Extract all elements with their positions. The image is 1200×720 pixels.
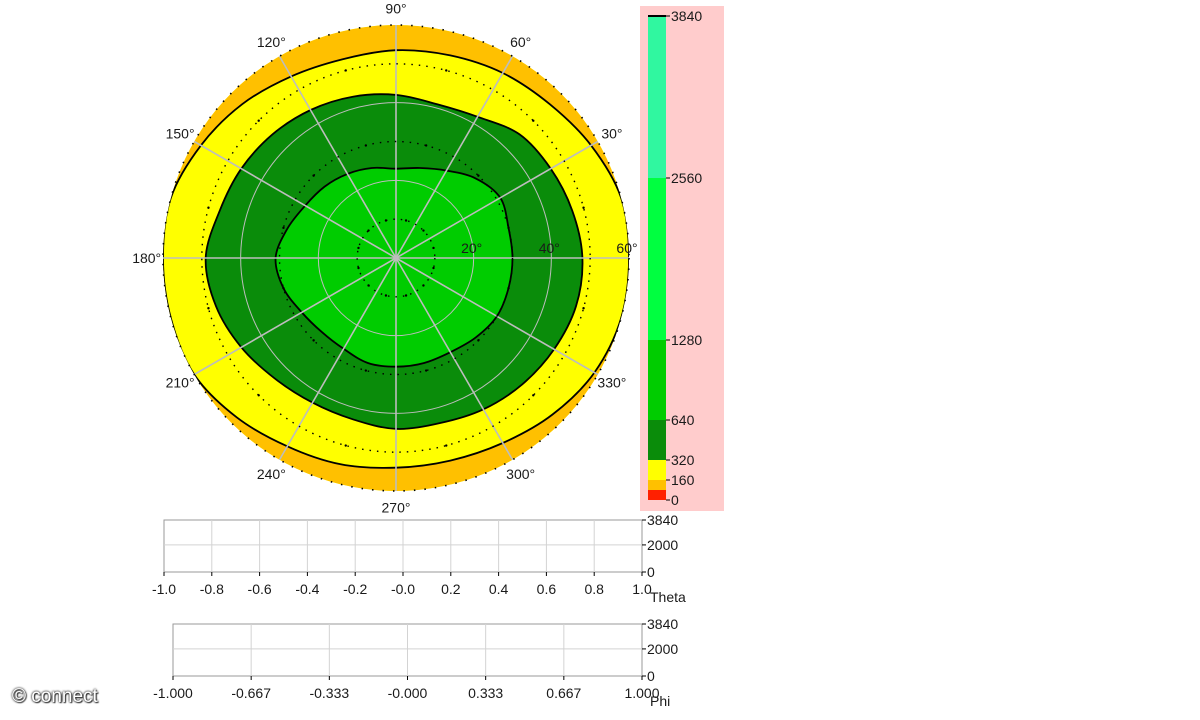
angle-label: 90° (385, 1, 406, 17)
x-axis-label: Theta (650, 589, 686, 605)
radius-label: 60° (616, 240, 637, 256)
sample-dot (357, 246, 360, 250)
x-tick-label: -0.8 (200, 581, 224, 597)
angle-label: 60° (510, 34, 531, 50)
sample-dot (344, 69, 347, 72)
polar-gain-chart: 30° 60° 90° 120° 150° 180° 210° 240° 270° 300° 330… (132, 1, 724, 709)
x-tick-label: -0.0 (391, 581, 415, 597)
colorbar-band (648, 178, 666, 340)
sample-dot (282, 226, 285, 230)
phi-cut-plot: -1.000 -0.667 -0.333 -0.000 0.333 0.667 1.0003… (153, 616, 678, 709)
colorbar-tick-label: 320 (671, 452, 695, 468)
x-tick-label: 0.8 (584, 581, 604, 597)
sample-dot (432, 246, 435, 250)
angle-label: 330° (597, 375, 626, 391)
y-tick-label: 2000 (647, 537, 678, 553)
polar-plot: 30° 60° 90° 120° 150° 180° 210° 240° 270° 300° 330… (132, 1, 637, 516)
x-tick-label: 0.333 (468, 685, 503, 701)
x-tick-label: -0.2 (343, 581, 367, 597)
sample-dot (507, 286, 510, 290)
y-tick-label: 0 (647, 668, 655, 684)
colorbar-band (648, 490, 666, 500)
sample-dot (422, 229, 425, 232)
sample-dot (445, 69, 448, 72)
angle-label: 30° (601, 125, 622, 141)
sample-dot (424, 144, 428, 147)
sample-dot (507, 226, 510, 230)
sample-dot (282, 286, 285, 290)
sample-dot (582, 307, 585, 310)
y-tick-label: 2000 (647, 641, 678, 657)
colorbar-band (648, 480, 666, 490)
sample-dot (532, 394, 535, 397)
y-tick-label: 3840 (647, 512, 678, 528)
x-tick-label: 0.4 (489, 581, 509, 597)
sample-dot (384, 219, 388, 222)
copyright-text: © connect (12, 686, 98, 707)
sample-dot (257, 394, 260, 397)
x-tick-label: -0.000 (388, 685, 428, 701)
sample-dot (207, 307, 210, 310)
x-tick-label: -0.4 (295, 581, 319, 597)
theta-cut-plot: -1.0 -0.8 -0.6 -0.4 -0.2 -0.0 0.2 0.4 0.6 0.8 1.0 3… (152, 512, 686, 605)
sample-dot (445, 444, 448, 447)
sample-dot (367, 229, 370, 232)
colorbar-tick-label: 3840 (671, 8, 702, 24)
angle-label: 300° (506, 466, 535, 482)
radius-label: 40° (539, 240, 560, 256)
sample-dot (582, 206, 585, 209)
x-tick-label: -1.0 (152, 581, 176, 597)
angle-label: 150° (166, 125, 195, 141)
sample-dot (532, 119, 535, 122)
y-tick-label: 0 (647, 564, 655, 580)
sample-dot (404, 219, 408, 222)
angle-label: 270° (382, 499, 411, 515)
colorbar-band (648, 340, 666, 420)
sample-dot (312, 174, 315, 177)
sample-dot (404, 294, 408, 297)
colorbar-band (648, 420, 666, 460)
x-tick-label: -0.6 (248, 581, 272, 597)
sample-dot (384, 294, 388, 297)
angle-label: 120° (257, 34, 286, 50)
colorbar-tick-label: 0 (671, 492, 679, 508)
angle-label: 180° (132, 250, 161, 266)
colorbar-band (648, 460, 666, 480)
colorbar-tick-label: 160 (671, 472, 695, 488)
sample-dot (257, 119, 260, 122)
x-tick-label: 1.0 (632, 581, 652, 597)
sample-dot (312, 339, 315, 342)
sample-dot (477, 339, 480, 342)
x-tick-label: 0.667 (546, 685, 581, 701)
colorbar-tick-label: 2560 (671, 170, 702, 186)
sample-dot (357, 266, 360, 270)
colorbar-tick-label: 640 (671, 412, 695, 428)
sample-dot (364, 369, 368, 372)
sample-dot (367, 284, 370, 287)
colorbar-band (648, 16, 666, 178)
sample-dot (364, 144, 368, 147)
radius-label: 20° (461, 240, 482, 256)
sample-dot (422, 284, 425, 287)
angle-label: 210° (166, 375, 195, 391)
x-tick-label: -0.667 (231, 685, 271, 701)
colorbar-tick-label: 1280 (671, 332, 702, 348)
x-tick-label: 0.6 (537, 581, 557, 597)
sample-dot (207, 206, 210, 209)
x-tick-label: -0.333 (309, 685, 349, 701)
x-axis-label: Phi (650, 693, 670, 709)
y-tick-label: 3840 (647, 616, 678, 632)
x-tick-label: 0.2 (441, 581, 461, 597)
sample-dot (424, 369, 428, 372)
sample-dot (344, 444, 347, 447)
x-tick-label: -1.000 (153, 685, 193, 701)
colorbar: 3840 2560 1280 640 320 160 0 (640, 6, 724, 511)
angle-label: 240° (257, 466, 286, 482)
sample-dot (477, 174, 480, 177)
sample-dot (432, 266, 435, 270)
